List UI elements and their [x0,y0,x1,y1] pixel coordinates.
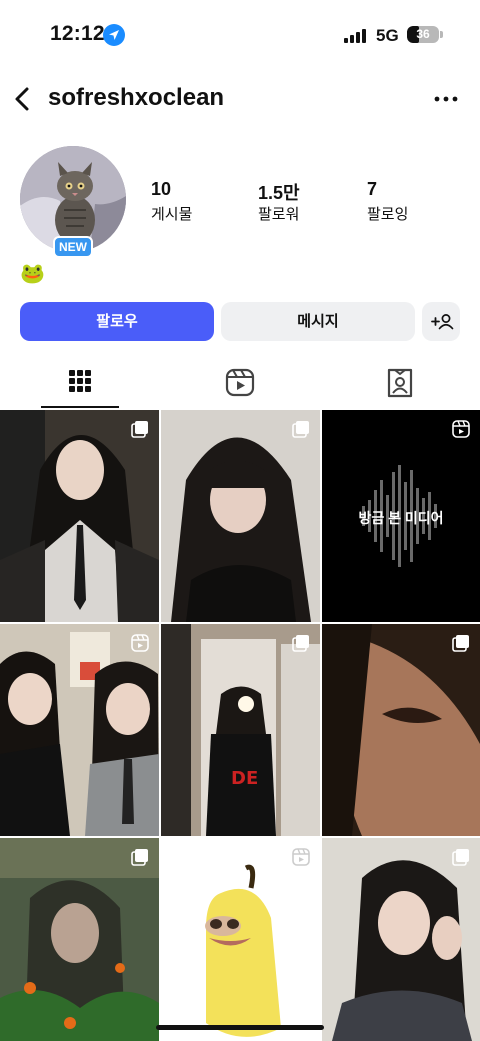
post-photo [0,410,159,622]
reels-icon [131,634,149,652]
stat-label: 게시물 [151,206,193,223]
stat-posts[interactable]: 10 게시물 [151,179,192,224]
back-button[interactable] [8,82,38,116]
home-indicator [156,1025,324,1030]
profile-bio: 🐸 [20,263,45,285]
stat-following[interactable]: 7 팔로잉 [367,179,408,224]
carousel-icon [292,421,309,438]
new-badge: NEW [53,236,93,258]
carousel-icon [452,849,469,866]
cellular-signal-icon [344,29,368,43]
location-arrow-icon [103,24,125,46]
chevron-left-icon [15,87,29,111]
carousel-icon [131,849,148,866]
more-horizontal-icon [434,96,458,102]
suggest-people-button[interactable] [422,302,460,341]
battery-icon: 36 [407,26,439,43]
grid-icon [69,370,91,392]
tab-posts[interactable] [40,360,120,408]
tagged-icon [387,368,413,398]
post-thumbnail[interactable] [161,838,320,1041]
post-photo [322,624,480,836]
post-thumbnail[interactable] [0,624,159,836]
reels-icon [292,848,310,866]
stat-label: 팔로잉 [367,206,409,223]
follow-button[interactable]: 팔로우 [20,302,214,341]
more-options-button[interactable] [432,90,460,108]
stat-followers[interactable]: 1.5만 팔로워 [258,179,300,224]
post-thumbnail[interactable] [161,410,320,622]
status-time: 12:12 [50,22,105,45]
post-photo: DE [161,624,320,836]
post-photo [0,624,159,836]
profile-username: sofreshxoclean [48,84,225,111]
stat-label: 팔로워 [258,206,300,223]
tab-tagged[interactable] [360,360,440,408]
status-bar: 12:12 5G 36 [0,0,480,70]
post-thumbnail[interactable] [322,624,480,836]
reels-icon [225,368,255,397]
post-photo [0,838,159,1041]
post-grid: 방금 본 미디어 DE [0,410,480,1041]
post-photo [161,838,320,1041]
post-thumbnail-recently-viewed[interactable]: 방금 본 미디어 [322,410,480,622]
battery-cap [440,31,443,38]
stat-value: 7 [367,179,378,199]
post-thumbnail[interactable]: DE [161,624,320,836]
post-thumbnail[interactable] [0,410,159,622]
recently-viewed-label: 방금 본 미디어 [358,510,444,526]
post-photo [322,838,480,1041]
stat-value: 1.5만 [258,183,300,203]
network-type: 5G [376,26,399,45]
stat-value: 10 [151,179,172,199]
tab-reels[interactable] [200,360,280,408]
tab-selected-indicator [41,406,119,408]
reels-icon [452,420,470,438]
person-add-icon [431,314,454,330]
carousel-icon [131,421,148,438]
message-button[interactable]: 메시지 [221,302,415,341]
carousel-icon [292,635,309,652]
carousel-icon [452,635,469,652]
battery-level: 36 [416,27,430,41]
post-thumbnail[interactable] [322,838,480,1041]
svg-text:DE: DE [231,768,258,789]
post-thumbnail[interactable] [0,838,159,1041]
post-photo [161,410,320,622]
